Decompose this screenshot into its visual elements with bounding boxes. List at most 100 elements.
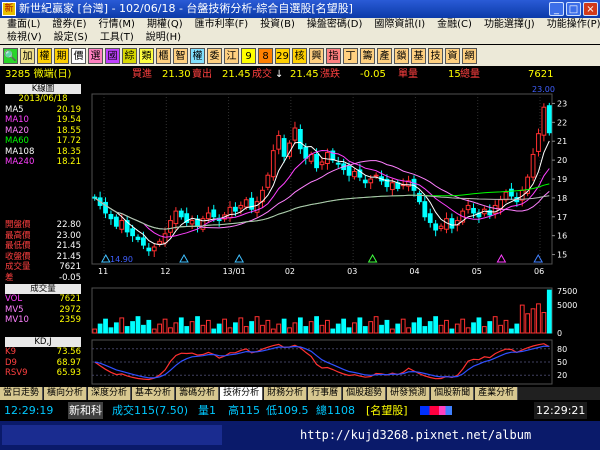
volume-bar [314, 316, 319, 334]
candle-body [211, 209, 217, 218]
status-stock-name[interactable]: 新和科 [68, 402, 103, 419]
volume-bar [427, 321, 433, 334]
toolbar-button[interactable]: 核 [292, 47, 307, 64]
toolbar-button[interactable]: 江 [224, 47, 239, 64]
signal-triangle [100, 253, 111, 263]
status-high: 高115 [228, 404, 260, 417]
toolbar-button[interactable]: 基 [411, 47, 426, 64]
volume-bar [449, 328, 455, 334]
quote-bar: 3285 微端(日) 買進 21.30 賣出 21.45 成交 ↓ 21.45 … [0, 68, 600, 82]
volume-bar [346, 327, 352, 334]
menu-item[interactable]: 功能選擇(J) [477, 18, 540, 31]
volume-bar [292, 322, 298, 334]
menu-item[interactable]: 金融(C) [430, 18, 477, 31]
tab-5[interactable]: 技術分析 [220, 387, 264, 400]
toolbar-button[interactable]: 興 [309, 47, 324, 64]
volume-bar [281, 318, 287, 334]
chart-frame [91, 93, 553, 265]
toolbar-button[interactable]: 網 [462, 47, 477, 64]
toolbar-button[interactable]: 鎖 [394, 47, 409, 64]
kd-chart[interactable]: 80 50 20 [0, 337, 600, 387]
tab-0[interactable]: 當日走勢 [0, 387, 44, 400]
toolbar-button[interactable]: 綜 [122, 47, 137, 64]
search-icon[interactable]: 🔍 [3, 47, 18, 64]
volume-bar [368, 321, 374, 334]
candle-body [530, 153, 536, 178]
toolbar-button[interactable]: 委 [207, 47, 222, 64]
menu-item[interactable]: 設定(S) [47, 31, 93, 44]
menu-item[interactable]: 畫面(L) [0, 18, 45, 31]
tab-8[interactable]: 個股趨勢 [343, 387, 387, 400]
candle-body [141, 237, 146, 246]
toolbar-button[interactable]: 價 [71, 47, 86, 64]
candle-body [541, 106, 547, 136]
tab-1[interactable]: 橫向分析 [44, 387, 88, 400]
tab-10[interactable]: 個股新聞 [431, 387, 475, 400]
tab-2[interactable]: 深度分析 [88, 387, 132, 400]
toolbar-button[interactable]: 籌 [360, 47, 375, 64]
volume-chart[interactable]: 7500 5000 0 [0, 284, 600, 337]
volume-bar [341, 318, 347, 334]
tab-3[interactable]: 基本分析 [132, 387, 176, 400]
toolbar-button[interactable]: 加 [20, 47, 35, 64]
close-button[interactable]: × [583, 2, 598, 16]
toolbar-button[interactable]: 產 [377, 47, 392, 64]
maximize-button[interactable]: □ [566, 2, 581, 16]
menu-item[interactable]: 期權(Q) [140, 18, 188, 31]
toolbar-button[interactable]: 選 [88, 47, 103, 64]
status-group: [名望股] [366, 404, 408, 417]
tab-4[interactable]: 籌碼分析 [176, 387, 220, 400]
volume-bar [97, 323, 103, 334]
app-icon[interactable]: 新 [2, 2, 16, 16]
menu-item[interactable]: 匯市利率(F) [188, 18, 254, 31]
volume-bar [151, 328, 157, 334]
minimize-button[interactable]: _ [549, 2, 564, 16]
toolbar-button[interactable]: 技 [428, 47, 443, 64]
candle-body [449, 218, 455, 229]
menu-item[interactable]: 行情(M) [92, 18, 140, 31]
candle-body [352, 170, 357, 178]
toolbar-button[interactable]: 國 [105, 47, 120, 64]
menu-item[interactable]: 檢視(V) [0, 31, 47, 44]
toolbar-button[interactable]: 資 [445, 47, 460, 64]
volume-bar [227, 327, 233, 334]
volume-bar [406, 327, 411, 334]
y-tick-label: 23 [557, 99, 567, 108]
status-low: 低109.5 [266, 404, 309, 417]
toolbar-button[interactable]: 類 [139, 47, 154, 64]
tab-11[interactable]: 產業分析 [475, 387, 519, 400]
tab-6[interactable]: 財務分析 [264, 387, 308, 400]
tab-7[interactable]: 行事曆 [308, 387, 343, 400]
toolbar-button[interactable]: 權 [37, 47, 52, 64]
menu-item[interactable]: 說明(H) [139, 31, 186, 44]
volume-bar [124, 326, 130, 334]
volume-bar [249, 321, 255, 334]
menu-item[interactable]: 工具(T) [93, 31, 139, 44]
x-tick-label: 12 [160, 267, 170, 276]
volume-bar [211, 328, 217, 334]
toolbar-button[interactable]: 指 [326, 47, 341, 64]
toolbar-button[interactable]: 權 [190, 47, 205, 64]
menu-item[interactable]: 操盤密碼(D) [300, 18, 368, 31]
total-volume-label: 總量 [460, 69, 480, 80]
menu-item[interactable]: 國際資訊(I) [367, 18, 430, 31]
candle-body [146, 247, 152, 252]
menu-item[interactable]: 投資(B) [253, 18, 300, 31]
toolbar-button[interactable]: 智 [173, 47, 188, 64]
toolbar-button[interactable]: 29 [275, 47, 290, 64]
toolbar-button[interactable]: 8 [258, 47, 273, 64]
toolbar-button[interactable]: 期 [54, 47, 69, 64]
kline-chart[interactable]: 23 22 21 20 19 18 17 16 15 11 12 13/01 02 03 04 05 06 23.… [0, 82, 600, 277]
menu-item[interactable]: 證券(E) [45, 18, 91, 31]
y-tick-label: 16 [557, 232, 567, 241]
volume-bar [471, 322, 476, 334]
status-bar: 12:29:19 新和科 成交115(7.50) 量1 高115 低109.5 … [0, 402, 600, 419]
volume-bar [205, 319, 211, 334]
toolbar-button[interactable]: 丁 [343, 47, 358, 64]
volume-bar [525, 313, 531, 334]
toolbar-button[interactable]: 櫃 [156, 47, 171, 64]
tab-9[interactable]: 研發預測 [387, 387, 431, 400]
volume-bar [411, 322, 417, 334]
toolbar-button[interactable]: 9 [241, 47, 256, 64]
menu-item[interactable]: 功能操作(P) [540, 18, 600, 31]
